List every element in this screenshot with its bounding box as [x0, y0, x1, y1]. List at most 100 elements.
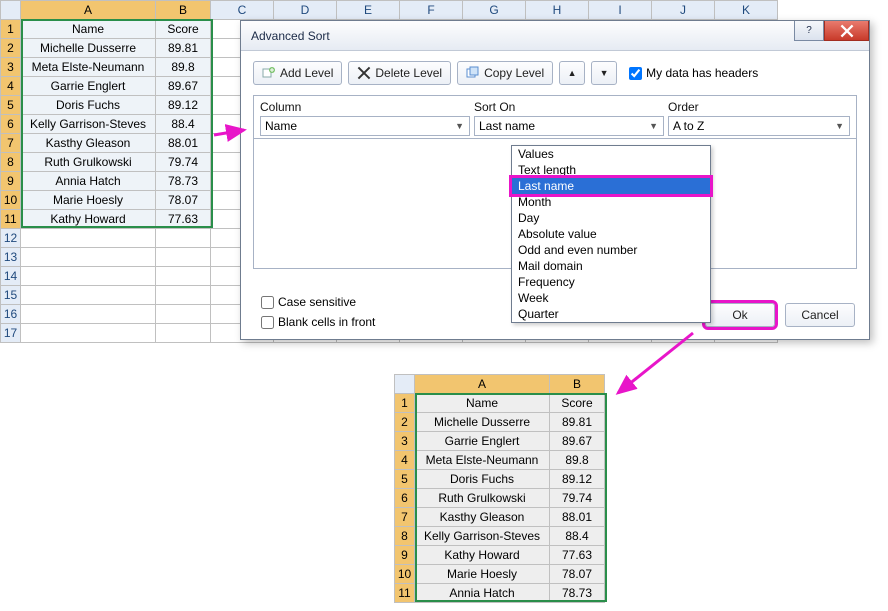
dialog-titlebar[interactable]: Advanced Sort ? — [241, 21, 869, 51]
cell[interactable] — [21, 248, 156, 267]
cell[interactable]: 89.12 — [156, 96, 211, 115]
dropdown-option[interactable]: Week — [512, 290, 710, 306]
cell[interactable]: Kelly Garrison-Steves — [415, 527, 550, 546]
cell[interactable]: 89.12 — [550, 470, 605, 489]
row-header[interactable]: 2 — [395, 413, 415, 432]
col-header[interactable]: K — [715, 1, 778, 20]
row-header[interactable]: 3 — [1, 58, 21, 77]
cell[interactable]: Ruth Grulkowski — [415, 489, 550, 508]
dropdown-option[interactable]: Day — [512, 210, 710, 226]
cell[interactable]: Garrie Englert — [21, 77, 156, 96]
headers-checkbox[interactable]: My data has headers — [623, 66, 758, 80]
dropdown-option[interactable]: Odd and even number — [512, 242, 710, 258]
cell[interactable]: Doris Fuchs — [21, 96, 156, 115]
row-header[interactable]: 7 — [1, 134, 21, 153]
row-header[interactable]: 11 — [395, 584, 415, 603]
row-header[interactable]: 9 — [1, 172, 21, 191]
cell[interactable] — [21, 305, 156, 324]
cell[interactable]: 77.63 — [156, 210, 211, 229]
col-header[interactable]: B — [550, 375, 605, 394]
cell[interactable]: Kathy Howard — [21, 210, 156, 229]
sorton-dropdown[interactable]: ValuesText lengthLast nameMonthDayAbsolu… — [511, 145, 711, 323]
cell[interactable]: Marie Hoesly — [21, 191, 156, 210]
cell[interactable]: 77.63 — [550, 546, 605, 565]
col-header[interactable]: G — [463, 1, 526, 20]
row-header[interactable]: 10 — [395, 565, 415, 584]
cell[interactable]: 78.07 — [550, 565, 605, 584]
col-header[interactable]: F — [400, 1, 463, 20]
row-header[interactable]: 8 — [395, 527, 415, 546]
cancel-button[interactable]: Cancel — [785, 303, 855, 327]
col-header[interactable]: B — [156, 1, 211, 20]
cell[interactable]: Annia Hatch — [21, 172, 156, 191]
col-header[interactable]: A — [21, 1, 156, 20]
copy-level-button[interactable]: Copy Level — [457, 61, 553, 85]
cell[interactable]: 89.67 — [156, 77, 211, 96]
cell[interactable]: Meta Elste-Neumann — [21, 58, 156, 77]
cell[interactable]: 89.67 — [550, 432, 605, 451]
row-header[interactable]: 6 — [395, 489, 415, 508]
cell[interactable]: 88.4 — [550, 527, 605, 546]
cell[interactable]: Kathy Howard — [415, 546, 550, 565]
dropdown-option[interactable]: Text length — [512, 162, 710, 178]
move-down-button[interactable]: ▼ — [591, 61, 617, 85]
cell[interactable]: 89.81 — [550, 413, 605, 432]
cell[interactable]: Name — [21, 20, 156, 39]
column-combo[interactable]: Name ▼ — [260, 116, 470, 136]
cell[interactable]: 78.07 — [156, 191, 211, 210]
row-header[interactable]: 1 — [395, 394, 415, 413]
dropdown-option[interactable]: Month — [512, 194, 710, 210]
cell[interactable] — [156, 248, 211, 267]
close-button[interactable] — [824, 21, 869, 41]
cell[interactable]: 78.73 — [550, 584, 605, 603]
case-sensitive-checkbox[interactable]: Case sensitive — [255, 295, 375, 309]
row-header[interactable]: 8 — [1, 153, 21, 172]
help-button[interactable]: ? — [794, 21, 824, 41]
row-header[interactable]: 10 — [1, 191, 21, 210]
cell[interactable]: Ruth Grulkowski — [21, 153, 156, 172]
row-header[interactable]: 12 — [1, 229, 21, 248]
cell[interactable]: Marie Hoesly — [415, 565, 550, 584]
row-header[interactable]: 15 — [1, 286, 21, 305]
cell[interactable]: Michelle Dusserre — [415, 413, 550, 432]
row-header[interactable]: 5 — [1, 96, 21, 115]
col-header[interactable]: E — [337, 1, 400, 20]
dropdown-option[interactable]: Absolute value — [512, 226, 710, 242]
col-header[interactable]: J — [652, 1, 715, 20]
cell[interactable]: 88.01 — [550, 508, 605, 527]
cell[interactable] — [156, 286, 211, 305]
cell[interactable]: Doris Fuchs — [415, 470, 550, 489]
dropdown-option[interactable]: Quarter — [512, 306, 710, 322]
cell[interactable] — [156, 229, 211, 248]
cell[interactable]: 78.73 — [156, 172, 211, 191]
cell[interactable]: Kasthy Gleason — [21, 134, 156, 153]
cell[interactable]: Kelly Garrison-Steves — [21, 115, 156, 134]
col-header[interactable]: C — [211, 1, 274, 20]
ok-button[interactable]: Ok — [705, 303, 775, 327]
row-header[interactable]: 9 — [395, 546, 415, 565]
col-header[interactable]: A — [415, 375, 550, 394]
dropdown-option[interactable]: Frequency — [512, 274, 710, 290]
col-header[interactable]: D — [274, 1, 337, 20]
row-header[interactable]: 3 — [395, 432, 415, 451]
cell[interactable]: 89.8 — [550, 451, 605, 470]
cell[interactable]: 88.4 — [156, 115, 211, 134]
row-header[interactable]: 4 — [395, 451, 415, 470]
row-header[interactable]: 4 — [1, 77, 21, 96]
cell[interactable] — [156, 305, 211, 324]
cell[interactable]: Kasthy Gleason — [415, 508, 550, 527]
cell[interactable]: 79.74 — [550, 489, 605, 508]
row-header[interactable]: 6 — [1, 115, 21, 134]
col-header[interactable]: I — [589, 1, 652, 20]
col-header[interactable]: H — [526, 1, 589, 20]
order-combo[interactable]: A to Z ▼ — [668, 116, 850, 136]
cell[interactable] — [21, 286, 156, 305]
cell[interactable] — [156, 267, 211, 286]
dropdown-option[interactable]: Values — [512, 146, 710, 162]
cell[interactable]: Score — [550, 394, 605, 413]
row-header[interactable]: 7 — [395, 508, 415, 527]
cell[interactable]: Meta Elste-Neumann — [415, 451, 550, 470]
cell[interactable]: 89.81 — [156, 39, 211, 58]
add-level-button[interactable]: Add Level — [253, 61, 342, 85]
row-header[interactable]: 1 — [1, 20, 21, 39]
